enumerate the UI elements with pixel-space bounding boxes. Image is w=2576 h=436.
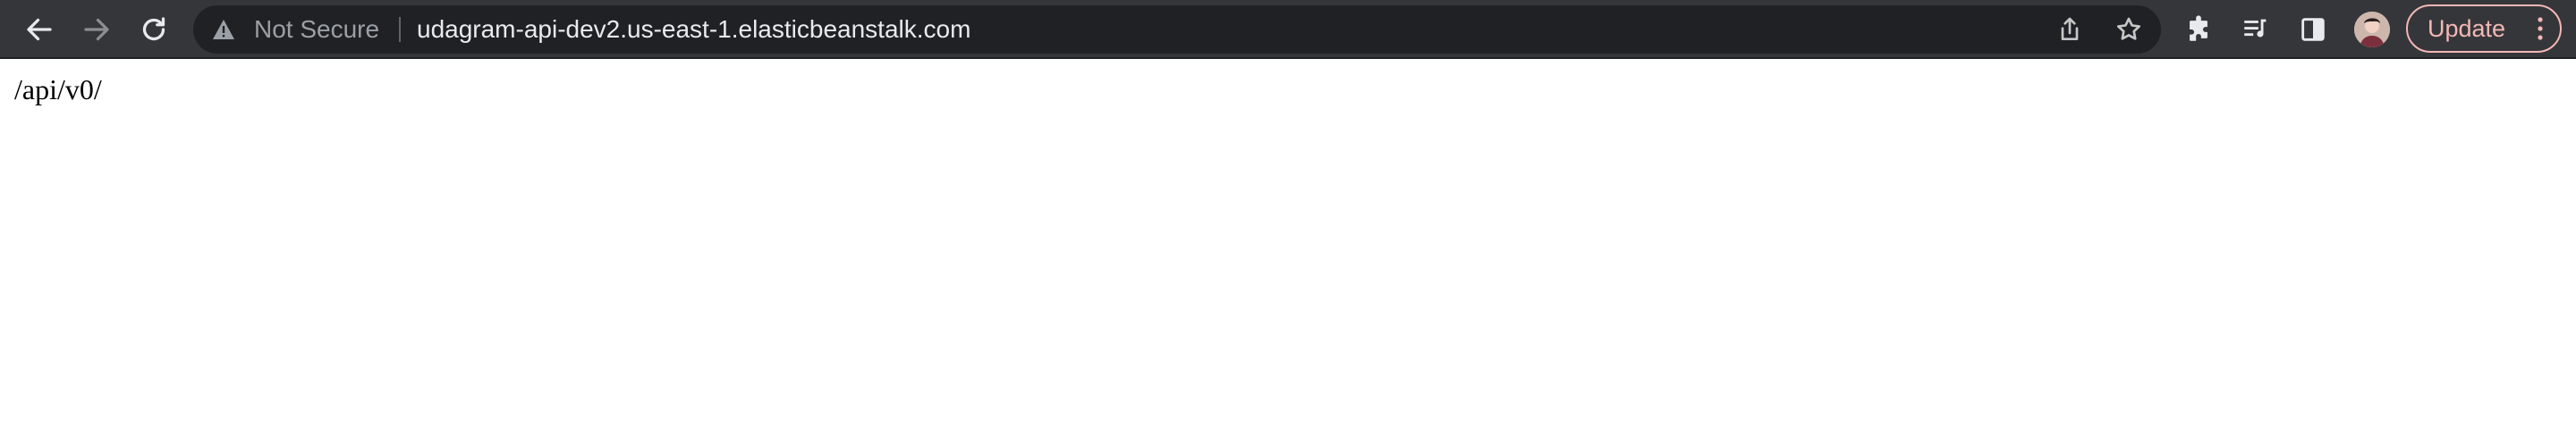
side-panel-icon xyxy=(2301,18,2325,41)
kebab-menu-icon[interactable] xyxy=(2531,14,2549,43)
address-bar[interactable]: Not Secure udagram-api-dev2.us-east-1.el… xyxy=(193,5,2161,54)
forward-button[interactable] xyxy=(75,8,118,51)
media-controls-button[interactable] xyxy=(2234,8,2277,51)
puzzle-icon xyxy=(2190,15,2207,41)
avatar-image xyxy=(2354,12,2390,47)
reload-button[interactable] xyxy=(132,8,175,51)
profile-avatar[interactable] xyxy=(2354,12,2390,47)
browser-toolbar: Not Secure udagram-api-dev2.us-east-1.el… xyxy=(0,0,2576,59)
warning-triangle-icon[interactable] xyxy=(211,18,236,41)
share-icon xyxy=(2061,17,2079,40)
back-button[interactable] xyxy=(18,8,61,51)
url-text[interactable]: udagram-api-dev2.us-east-1.elasticbeanst… xyxy=(417,5,970,54)
page-content: /api/v0/ xyxy=(0,61,2576,436)
update-label: Update xyxy=(2428,15,2506,42)
side-panel-button[interactable] xyxy=(2292,8,2334,51)
reload-icon xyxy=(142,17,165,41)
bookmark-button[interactable] xyxy=(2113,13,2145,46)
security-status-label[interactable]: Not Secure xyxy=(254,5,379,54)
media-queue-icon xyxy=(2244,19,2267,38)
star-icon xyxy=(2116,17,2141,40)
share-button[interactable] xyxy=(2054,13,2086,46)
arrow-right-icon xyxy=(84,18,109,41)
extensions-button[interactable] xyxy=(2177,8,2220,51)
update-button[interactable]: Update xyxy=(2406,4,2562,53)
omnibox-divider xyxy=(399,17,401,42)
page-body-text: /api/v0/ xyxy=(14,73,102,105)
arrow-left-icon xyxy=(27,18,52,41)
